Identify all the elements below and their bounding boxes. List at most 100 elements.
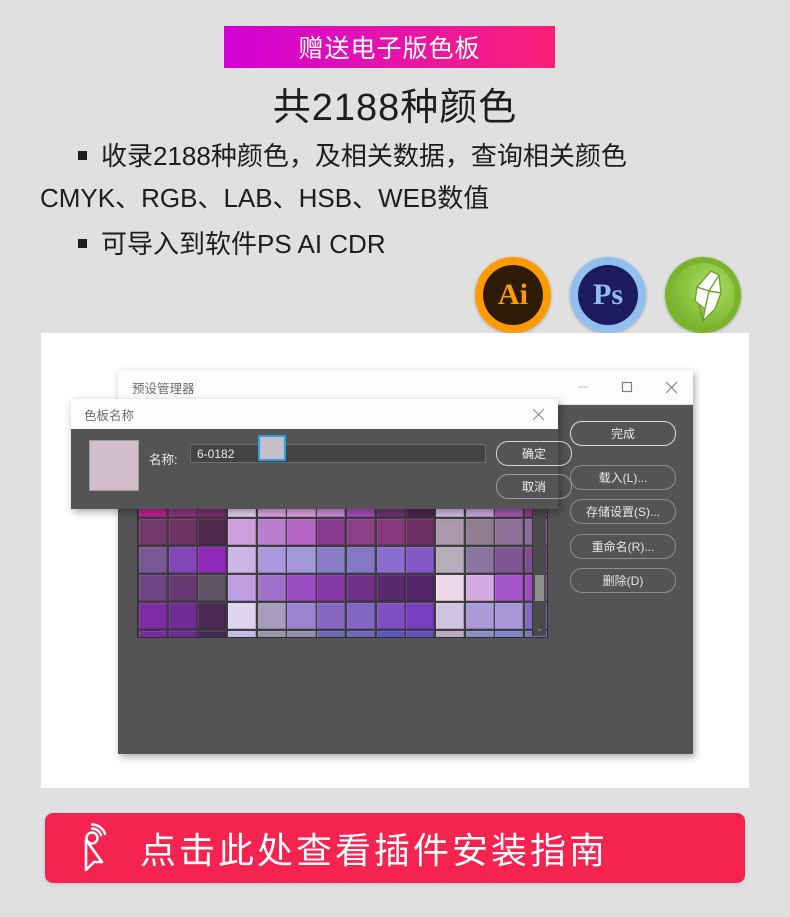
name-field-label: 名称: xyxy=(149,453,178,467)
color-swatch[interactable] xyxy=(198,574,227,602)
color-swatch[interactable] xyxy=(168,602,197,630)
color-swatch[interactable] xyxy=(198,518,227,546)
color-swatch[interactable] xyxy=(257,574,286,602)
color-swatch[interactable] xyxy=(435,602,464,630)
color-swatch[interactable] xyxy=(317,518,346,546)
color-swatch[interactable] xyxy=(346,630,375,637)
photoshop-icon-label: Ps xyxy=(593,278,623,311)
color-swatch[interactable] xyxy=(287,602,316,630)
color-swatch[interactable] xyxy=(346,546,375,574)
color-swatch[interactable] xyxy=(317,630,346,637)
color-swatch[interactable] xyxy=(228,574,257,602)
color-name-dialog-title: 色板名称 xyxy=(84,408,135,423)
color-swatch[interactable] xyxy=(228,630,257,637)
color-swatch[interactable] xyxy=(168,574,197,602)
chevron-down-icon[interactable]: ⌄ xyxy=(533,624,546,633)
promo-ribbon-text: 赠送电子版色板 xyxy=(298,35,481,63)
color-swatch[interactable] xyxy=(406,602,435,630)
color-swatch[interactable] xyxy=(168,518,197,546)
color-swatch[interactable] xyxy=(346,518,375,546)
close-icon[interactable] xyxy=(518,399,558,429)
color-swatch[interactable] xyxy=(435,546,464,574)
color-swatch[interactable] xyxy=(435,630,464,637)
save-settings-button[interactable]: 存储设置(S)... xyxy=(570,499,676,524)
preset-manager-title: 预设管理器 xyxy=(132,381,195,396)
feature-bullet-1-text: 收录2188种颜色，及相关数据，查询相关颜色 xyxy=(101,141,627,171)
color-swatch[interactable] xyxy=(435,518,464,546)
maximize-icon[interactable] xyxy=(605,370,649,404)
cta-text: 点击此处查看插件安装指南 xyxy=(140,830,609,871)
color-swatch[interactable] xyxy=(435,574,464,602)
preset-manager-buttons: 完成 载入(L)... 存储设置(S)... 重命名(R)... 删除(D) xyxy=(570,421,676,602)
color-swatch[interactable] xyxy=(465,574,494,602)
color-name-dialog-body: 名称: 6-0182 确定 取消 xyxy=(71,429,572,509)
color-swatch[interactable] xyxy=(198,546,227,574)
color-swatch[interactable] xyxy=(465,546,494,574)
color-swatch[interactable] xyxy=(406,630,435,637)
color-swatch[interactable] xyxy=(257,602,286,630)
color-swatch[interactable] xyxy=(257,434,286,462)
color-swatch[interactable] xyxy=(317,546,346,574)
color-swatch[interactable] xyxy=(495,630,524,637)
cancel-button[interactable]: 取消 xyxy=(496,474,572,499)
color-swatch[interactable] xyxy=(406,518,435,546)
color-swatch[interactable] xyxy=(317,574,346,602)
color-swatch[interactable] xyxy=(346,602,375,630)
color-swatch[interactable] xyxy=(198,630,227,637)
color-swatch[interactable] xyxy=(287,630,316,637)
color-swatch[interactable] xyxy=(376,546,405,574)
color-swatch[interactable] xyxy=(228,602,257,630)
color-swatch[interactable] xyxy=(287,518,316,546)
color-swatch[interactable] xyxy=(376,518,405,546)
delete-button[interactable]: 删除(D) xyxy=(570,568,676,593)
color-swatch[interactable] xyxy=(139,602,168,630)
name-input[interactable]: 6-0182 xyxy=(190,444,486,463)
color-swatch[interactable] xyxy=(257,546,286,574)
color-swatch[interactable] xyxy=(287,546,316,574)
color-swatch[interactable] xyxy=(228,546,257,574)
color-swatch[interactable] xyxy=(465,630,494,637)
rename-button[interactable]: 重命名(R)... xyxy=(570,534,676,559)
color-swatch[interactable] xyxy=(168,630,197,637)
cta-banner[interactable]: 点击此处查看插件安装指南 xyxy=(45,813,745,883)
color-swatch[interactable] xyxy=(495,574,524,602)
swatch-scrollbar-thumb[interactable] xyxy=(535,575,544,601)
color-swatch[interactable] xyxy=(257,630,286,637)
color-swatch[interactable] xyxy=(139,574,168,602)
promo-ribbon: 赠送电子版色板 xyxy=(224,26,555,68)
load-button[interactable]: 载入(L)... xyxy=(570,465,676,490)
color-swatch[interactable] xyxy=(228,518,257,546)
done-button[interactable]: 完成 xyxy=(570,421,676,446)
bullet-marker-icon xyxy=(78,150,87,160)
color-swatch[interactable] xyxy=(139,546,168,574)
feature-bullet-1-continuation: CMYK、RGB、LAB、HSB、WEB数值 xyxy=(40,183,490,213)
color-swatch[interactable] xyxy=(465,602,494,630)
illustrator-icon: Ai xyxy=(475,257,551,333)
close-icon[interactable] xyxy=(649,370,693,404)
color-swatch[interactable] xyxy=(495,546,524,574)
color-swatch[interactable] xyxy=(465,518,494,546)
color-swatch[interactable] xyxy=(168,546,197,574)
ok-button[interactable]: 确定 xyxy=(496,441,572,466)
color-name-dialog: 色板名称 名称: 6-0182 确定 取消 xyxy=(71,399,572,509)
color-swatch[interactable] xyxy=(287,574,316,602)
color-swatch[interactable] xyxy=(376,574,405,602)
color-swatch[interactable] xyxy=(495,518,524,546)
feature-bullet-1: 收录2188种颜色，及相关数据，查询相关颜色 xyxy=(78,136,627,173)
color-swatch[interactable] xyxy=(198,602,227,630)
feature-bullet-2: 可导入到软件PS AI CDR xyxy=(78,224,386,261)
color-swatch[interactable] xyxy=(495,602,524,630)
color-swatch[interactable] xyxy=(376,630,405,637)
minimize-icon[interactable] xyxy=(561,370,605,404)
bullet-marker-icon xyxy=(78,238,87,248)
color-swatch[interactable] xyxy=(376,602,405,630)
color-swatch[interactable] xyxy=(139,518,168,546)
color-swatch[interactable] xyxy=(406,546,435,574)
photoshop-icon: Ps xyxy=(570,257,646,333)
color-swatch[interactable] xyxy=(257,518,286,546)
color-swatch[interactable] xyxy=(317,602,346,630)
color-swatch[interactable] xyxy=(406,574,435,602)
color-swatch[interactable] xyxy=(139,630,168,637)
color-swatch[interactable] xyxy=(346,574,375,602)
app-compatibility-icons: Ai Ps xyxy=(475,257,745,337)
